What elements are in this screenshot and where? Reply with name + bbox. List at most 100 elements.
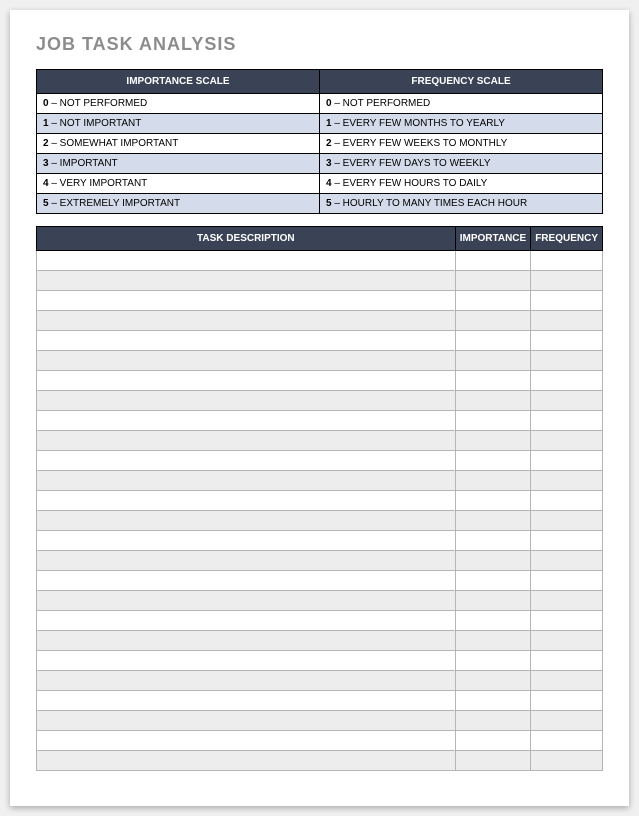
task-description-cell[interactable]	[37, 531, 456, 551]
task-importance-cell[interactable]	[455, 471, 530, 491]
scale-row: 0 – NOT PERFORMED0 – NOT PERFORMED	[37, 94, 603, 114]
task-importance-cell[interactable]	[455, 751, 530, 771]
task-importance-cell[interactable]	[455, 411, 530, 431]
task-frequency-cell[interactable]	[531, 351, 603, 371]
task-description-cell[interactable]	[37, 291, 456, 311]
task-frequency-cell[interactable]	[531, 651, 603, 671]
task-importance-cell[interactable]	[455, 611, 530, 631]
task-frequency-cell[interactable]	[531, 571, 603, 591]
task-importance-cell[interactable]	[455, 431, 530, 451]
frequency-scale-cell: 0 – NOT PERFORMED	[320, 94, 603, 114]
task-description-cell[interactable]	[37, 431, 456, 451]
task-importance-cell[interactable]	[455, 531, 530, 551]
task-description-cell[interactable]	[37, 451, 456, 471]
task-importance-cell[interactable]	[455, 311, 530, 331]
task-importance-cell[interactable]	[455, 651, 530, 671]
task-frequency-cell[interactable]	[531, 611, 603, 631]
task-importance-cell[interactable]	[455, 391, 530, 411]
task-description-cell[interactable]	[37, 391, 456, 411]
task-importance-cell[interactable]	[455, 551, 530, 571]
importance-scale-header: IMPORTANCE SCALE	[37, 70, 320, 94]
task-frequency-cell[interactable]	[531, 631, 603, 651]
task-description-cell[interactable]	[37, 331, 456, 351]
task-frequency-cell[interactable]	[531, 491, 603, 511]
frequency-scale-text: – EVERY FEW MONTHS TO YEARLY	[332, 118, 505, 129]
task-importance-cell[interactable]	[455, 571, 530, 591]
task-row	[37, 651, 603, 671]
task-frequency-cell[interactable]	[531, 251, 603, 271]
importance-scale-cell: 0 – NOT PERFORMED	[37, 94, 320, 114]
task-description-cell[interactable]	[37, 631, 456, 651]
task-importance-cell[interactable]	[455, 491, 530, 511]
task-frequency-header: FREQUENCY	[531, 227, 603, 251]
task-description-cell[interactable]	[37, 591, 456, 611]
task-frequency-cell[interactable]	[531, 751, 603, 771]
task-frequency-cell[interactable]	[531, 511, 603, 531]
task-description-cell[interactable]	[37, 691, 456, 711]
task-importance-cell[interactable]	[455, 511, 530, 531]
task-row	[37, 531, 603, 551]
task-frequency-cell[interactable]	[531, 271, 603, 291]
task-importance-cell[interactable]	[455, 251, 530, 271]
task-row	[37, 371, 603, 391]
task-frequency-cell[interactable]	[531, 711, 603, 731]
task-row	[37, 391, 603, 411]
importance-scale-cell: 4 – VERY IMPORTANT	[37, 174, 320, 194]
scale-row: 1 – NOT IMPORTANT1 – EVERY FEW MONTHS TO…	[37, 114, 603, 134]
task-description-cell[interactable]	[37, 551, 456, 571]
task-description-cell[interactable]	[37, 471, 456, 491]
task-importance-cell[interactable]	[455, 731, 530, 751]
task-frequency-cell[interactable]	[531, 291, 603, 311]
task-frequency-cell[interactable]	[531, 671, 603, 691]
task-importance-cell[interactable]	[455, 331, 530, 351]
task-importance-cell[interactable]	[455, 671, 530, 691]
task-importance-cell[interactable]	[455, 351, 530, 371]
importance-scale-text: – IMPORTANT	[49, 158, 118, 169]
task-importance-cell[interactable]	[455, 591, 530, 611]
frequency-scale-cell: 2 – EVERY FEW WEEKS TO MONTHLY	[320, 134, 603, 154]
task-description-cell[interactable]	[37, 571, 456, 591]
task-importance-cell[interactable]	[455, 271, 530, 291]
task-description-cell[interactable]	[37, 651, 456, 671]
frequency-scale-text: – EVERY FEW WEEKS TO MONTHLY	[332, 138, 508, 149]
task-description-cell[interactable]	[37, 311, 456, 331]
task-row	[37, 311, 603, 331]
task-frequency-cell[interactable]	[531, 431, 603, 451]
task-importance-cell[interactable]	[455, 691, 530, 711]
task-frequency-cell[interactable]	[531, 731, 603, 751]
task-importance-cell[interactable]	[455, 631, 530, 651]
task-frequency-cell[interactable]	[531, 591, 603, 611]
task-frequency-cell[interactable]	[531, 311, 603, 331]
task-importance-cell[interactable]	[455, 711, 530, 731]
task-description-cell[interactable]	[37, 271, 456, 291]
task-frequency-cell[interactable]	[531, 551, 603, 571]
task-description-cell[interactable]	[37, 711, 456, 731]
task-importance-cell[interactable]	[455, 371, 530, 391]
task-description-cell[interactable]	[37, 411, 456, 431]
task-description-cell[interactable]	[37, 251, 456, 271]
task-frequency-cell[interactable]	[531, 471, 603, 491]
task-description-header: TASK DESCRIPTION	[37, 227, 456, 251]
task-row	[37, 691, 603, 711]
task-description-cell[interactable]	[37, 511, 456, 531]
task-description-cell[interactable]	[37, 671, 456, 691]
task-frequency-cell[interactable]	[531, 371, 603, 391]
task-description-cell[interactable]	[37, 731, 456, 751]
task-frequency-cell[interactable]	[531, 531, 603, 551]
task-frequency-cell[interactable]	[531, 331, 603, 351]
task-description-cell[interactable]	[37, 351, 456, 371]
task-frequency-cell[interactable]	[531, 691, 603, 711]
task-description-cell[interactable]	[37, 371, 456, 391]
task-importance-cell[interactable]	[455, 451, 530, 471]
task-frequency-cell[interactable]	[531, 391, 603, 411]
importance-scale-text: – NOT IMPORTANT	[49, 118, 142, 129]
task-description-cell[interactable]	[37, 491, 456, 511]
frequency-scale-cell: 1 – EVERY FEW MONTHS TO YEARLY	[320, 114, 603, 134]
task-row	[37, 451, 603, 471]
task-description-cell[interactable]	[37, 611, 456, 631]
task-description-cell[interactable]	[37, 751, 456, 771]
task-importance-cell[interactable]	[455, 291, 530, 311]
task-row	[37, 731, 603, 751]
task-frequency-cell[interactable]	[531, 451, 603, 471]
task-frequency-cell[interactable]	[531, 411, 603, 431]
